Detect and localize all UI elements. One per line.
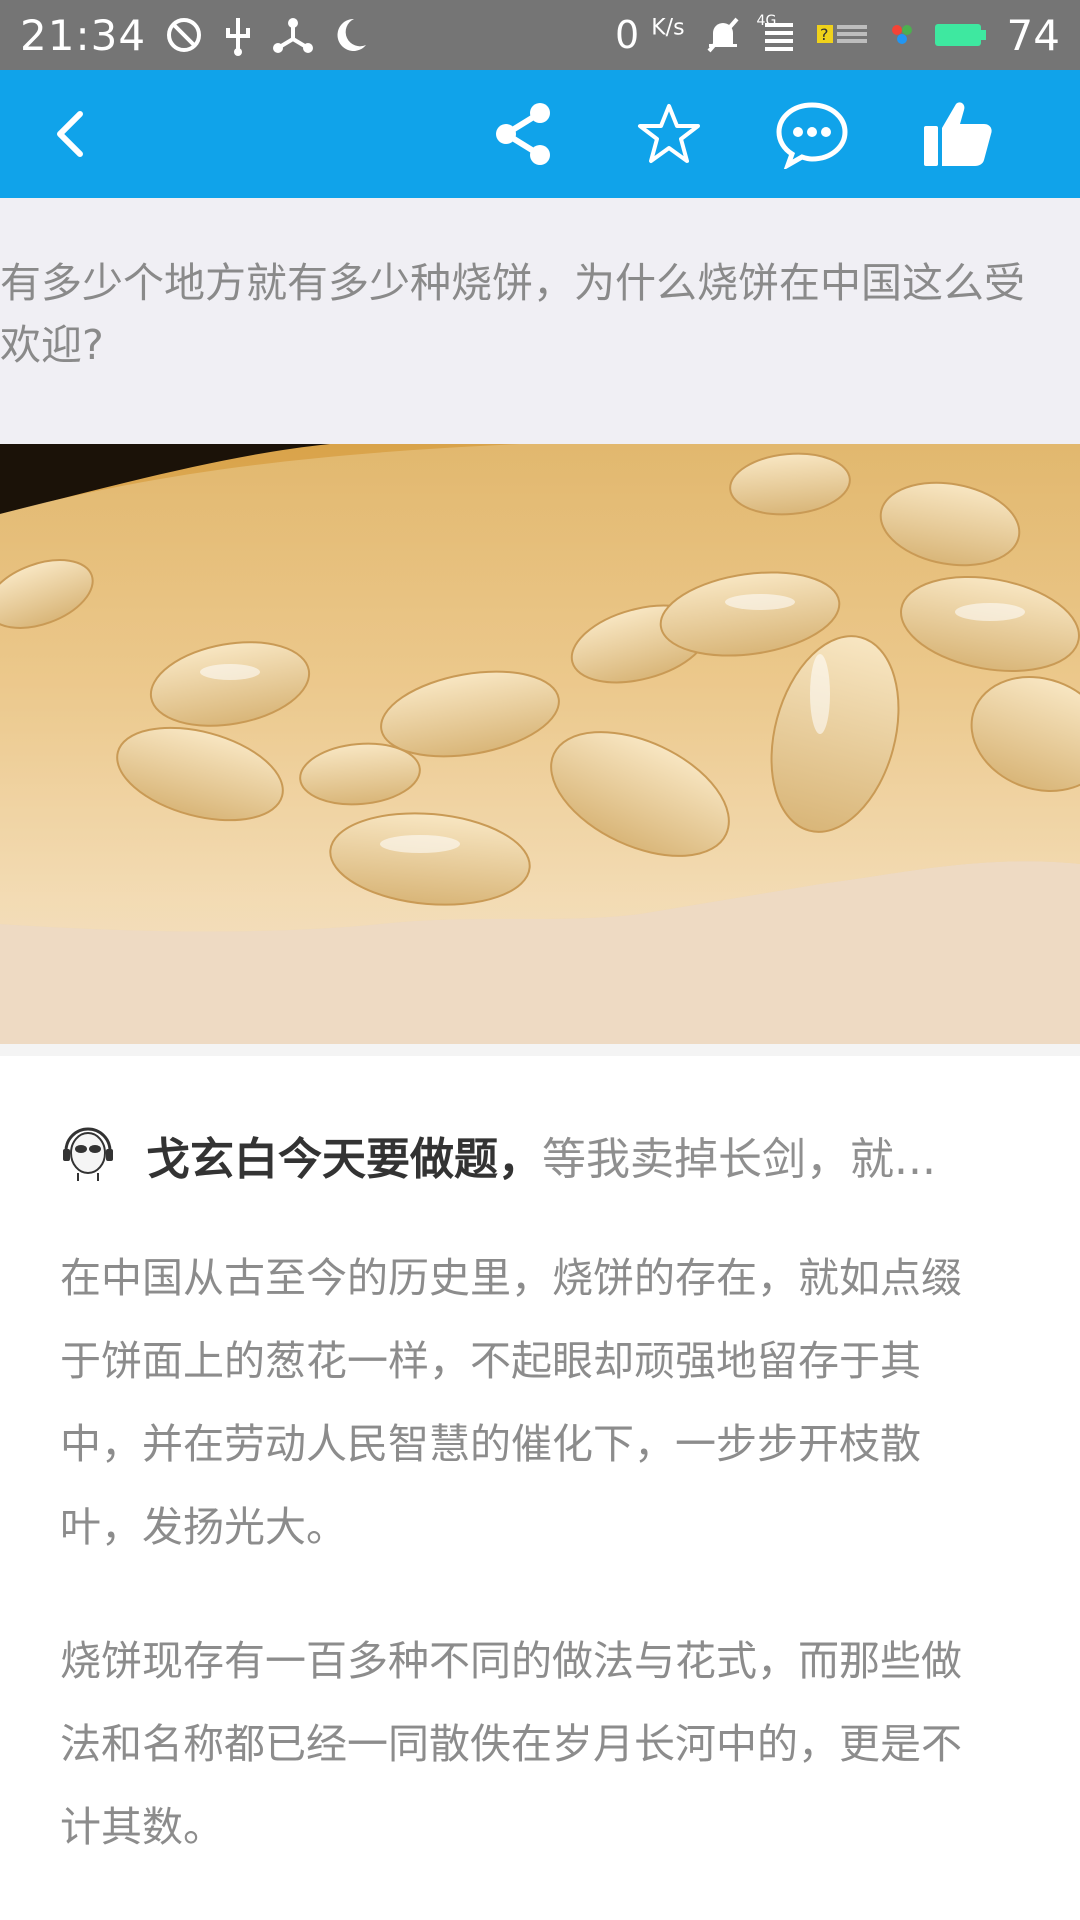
like-button[interactable]	[903, 70, 1013, 198]
back-button[interactable]	[15, 70, 125, 198]
avatar[interactable]	[60, 1127, 116, 1183]
notification-mute-icon	[703, 15, 743, 55]
answer-paragraph: 烧饼现存有一百多种不同的做法与花式，而那些做法和名称都已经一同散佚在岁月长河中的…	[60, 1637, 962, 1851]
network-label: 4G	[756, 13, 777, 29]
comment-icon	[776, 102, 848, 169]
share-button[interactable]	[468, 70, 578, 198]
share-icon	[496, 103, 550, 165]
status-bar: 21:34 0 K/s 4G ? 74	[0, 0, 1080, 70]
moon-icon	[332, 15, 368, 55]
usb-icon	[222, 14, 254, 56]
battery-icon	[933, 20, 989, 50]
question-title[interactable]: 有多少个地方就有多少种烧饼，为什么烧饼在中国这么受欢迎?	[0, 252, 1060, 376]
avatar-icon	[63, 1127, 113, 1181]
top-toolbar	[0, 70, 1080, 198]
status-time: 21:34	[20, 10, 147, 60]
sesame-bread-illustration	[0, 444, 1080, 1044]
favorite-button[interactable]	[614, 70, 724, 198]
do-not-disturb-icon	[164, 15, 204, 55]
svg-text:?: ?	[820, 25, 829, 44]
star-icon	[638, 104, 700, 163]
net-speed: 0 K/s	[615, 13, 685, 57]
status-left: 21:34	[20, 11, 368, 60]
signal-icon: 4G	[757, 13, 797, 53]
sim-icon: ?	[815, 17, 871, 53]
battery-percent: 74	[1006, 10, 1060, 60]
author-name[interactable]: 戈玄白今天要做题，	[146, 1123, 542, 1187]
question-banner[interactable]: 有多少个地方就有多少种烧饼，为什么烧饼在中国这么受欢迎?	[0, 198, 1080, 444]
color-dots-icon	[889, 20, 915, 50]
status-right: 0 K/s 4G ? 74	[615, 11, 1060, 60]
section-divider	[0, 1044, 1080, 1056]
like-icon	[924, 102, 992, 166]
answer-author-row[interactable]: 戈玄白今天要做题， 等我卖掉长剑，就...	[60, 1115, 1000, 1195]
comment-button[interactable]	[757, 70, 867, 198]
hero-image	[0, 444, 1080, 1044]
net-speed-unit: K/s	[651, 15, 685, 41]
answer-paragraph: 在中国从古至今的历史里，烧饼的存在，就如点缀于饼面上的葱花一样，不起眼却顽强地留…	[60, 1254, 962, 1551]
net-speed-value: 0	[614, 13, 640, 57]
tether-icon	[272, 15, 314, 55]
back-icon	[57, 111, 83, 157]
author-bio: 等我卖掉长剑，就...	[542, 1134, 936, 1185]
